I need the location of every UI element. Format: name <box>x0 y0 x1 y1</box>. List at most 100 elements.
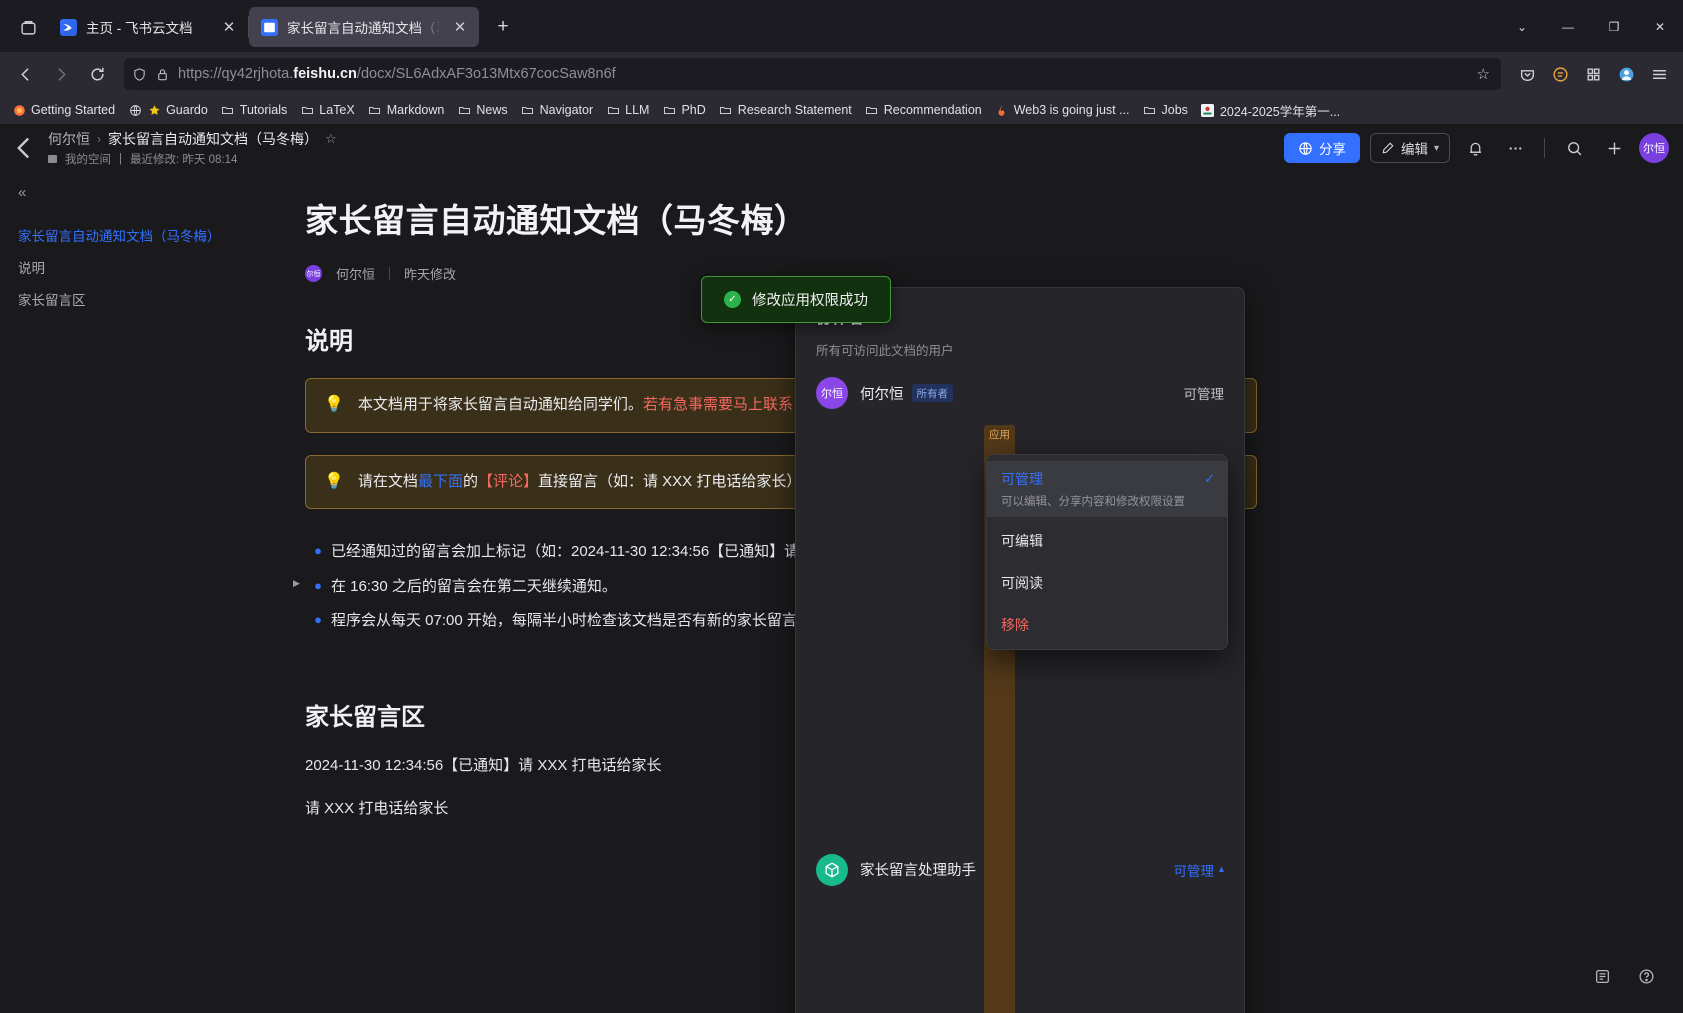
collaborator-row-owner[interactable]: 尔恒 何尔恒 所有者 可管理 <box>796 369 1244 417</box>
folder-icon <box>368 103 382 117</box>
page-title[interactable]: 家长留言自动通知文档（马冬梅） <box>305 194 1623 242</box>
save-to-pocket-icon[interactable] <box>1511 58 1543 90</box>
toast-notification: ✓ 修改应用权限成功 <box>701 276 891 323</box>
check-icon: ✓ <box>1204 471 1215 486</box>
collaborator-name: 何尔恒 <box>860 386 904 403</box>
breadcrumb-title[interactable]: 家长留言自动通知文档（马冬梅） <box>108 129 318 149</box>
firefox-icon <box>12 103 26 117</box>
collapse-outline-icon[interactable]: « <box>18 184 267 201</box>
shield-icon[interactable] <box>132 67 147 82</box>
bookmark-item[interactable]: News <box>451 100 513 120</box>
folder-icon <box>606 103 620 117</box>
favorite-star-icon[interactable]: ☆ <box>325 131 337 147</box>
bookmark-item[interactable]: Research Statement <box>713 100 858 120</box>
tab-home[interactable]: 主页 - 飞书云文档 ✕ <box>48 7 248 47</box>
last-modified-label: 最近修改: 昨天 08:14 <box>130 154 238 166</box>
outline-item-message-area[interactable]: 家长留言区 <box>18 283 267 315</box>
close-window-button[interactable]: ✕ <box>1637 7 1683 47</box>
bookmark-item[interactable]: Web3 is going just ... <box>989 100 1136 120</box>
author-name: 何尔恒 <box>336 267 376 282</box>
permission-label: 可管理 <box>1183 387 1225 402</box>
bookmark-item[interactable]: PhD <box>656 100 711 120</box>
notifications-bell-icon[interactable] <box>1460 133 1490 163</box>
bookmark-item[interactable]: Navigator <box>515 100 600 120</box>
app-menu-icon[interactable] <box>1643 58 1675 90</box>
bullet-dot-icon: ● <box>314 543 322 558</box>
reload-icon[interactable] <box>80 57 114 91</box>
bookmark-item[interactable]: Markdown <box>362 100 451 120</box>
help-icon[interactable] <box>1631 961 1661 991</box>
star-icon <box>147 103 161 117</box>
tab-title: 主页 - 飞书云文档 <box>86 21 193 36</box>
folder-icon <box>300 103 314 117</box>
edit-mode-button[interactable]: 编辑 ▾ <box>1369 133 1450 163</box>
permission-option-read[interactable]: 可阅读 <box>987 565 1227 601</box>
url-text: https://qy42rjhota.feishu.cn/docx/SL6Adx… <box>178 66 1469 82</box>
add-icon[interactable] <box>1599 133 1629 163</box>
minimize-button[interactable]: — <box>1545 7 1591 47</box>
chevron-down-icon[interactable]: ▾ <box>1434 143 1439 154</box>
outline-item-title[interactable]: 家长留言自动通知文档（马冬梅） <box>18 219 267 251</box>
address-bar[interactable]: https://qy42rjhota.feishu.cn/docx/SL6Adx… <box>124 58 1501 90</box>
bookmark-label: Recommendation <box>883 103 982 117</box>
maximize-button[interactable]: ❐ <box>1591 7 1637 47</box>
outline-item-shuoming[interactable]: 说明 <box>18 251 267 283</box>
globe-icon <box>128 103 142 117</box>
permission-dropdown-trigger[interactable]: 可管理 ▴ <box>1173 860 1224 880</box>
bookmark-item[interactable]: Getting Started <box>6 100 121 120</box>
breadcrumb-owner[interactable]: 何尔恒 <box>48 129 90 149</box>
bookmark-item[interactable]: Guardo <box>122 100 214 120</box>
breadcrumb: 何尔恒 › 家长留言自动通知文档（马冬梅） ☆ 我的空间 | 最近修改: 昨天 … <box>48 129 337 167</box>
close-icon[interactable]: ✕ <box>219 17 239 37</box>
extensions-icon[interactable] <box>1577 58 1609 90</box>
url-domain: feishu.cn <box>293 66 357 82</box>
space-label[interactable]: 我的空间 <box>65 151 111 167</box>
callout-2-p1: 请在文档 <box>357 472 418 490</box>
forward-icon[interactable] <box>44 57 78 91</box>
callout-2-link[interactable]: 最下面 <box>418 473 463 490</box>
bookmark-label: Markdown <box>386 103 445 117</box>
list-item-text: 在 16:30 之后的留言会在第二天继续通知。 <box>331 577 617 595</box>
close-icon[interactable]: ✕ <box>450 17 470 37</box>
lock-icon[interactable] <box>155 67 170 82</box>
option-description: 可以编辑、分享内容和修改权限设置 <box>1001 496 1185 508</box>
bookmark-item[interactable]: LaTeX <box>294 100 360 120</box>
share-button[interactable]: 分享 <box>1283 133 1360 163</box>
more-options-icon[interactable] <box>1500 133 1530 163</box>
tab-list-chevron-icon[interactable]: ⌄ <box>1499 7 1545 47</box>
bookmark-item[interactable]: 2024-2025学年第一... <box>1195 98 1346 123</box>
bookmark-label: LLM <box>625 103 650 117</box>
collaborators-panel: 协作者 所有可访问此文档的用户 尔恒 何尔恒 所有者 可管理 家长留言处理助手 … <box>795 287 1245 1013</box>
search-icon[interactable] <box>1559 133 1589 163</box>
bookmark-item[interactable]: LLM <box>600 100 655 120</box>
back-icon[interactable] <box>8 57 42 91</box>
bookmark-label: News <box>476 103 508 117</box>
bookmark-item[interactable]: Jobs <box>1137 100 1194 120</box>
doc-assistant-icon[interactable] <box>1587 961 1617 991</box>
tab-strip: 主页 - 飞书云文档 ✕ 家长留言自动通知文档（马冬梅 ✕ + ⌄ — ❐ ✕ <box>0 0 1683 52</box>
permission-option-remove[interactable]: 移除 <box>987 607 1227 643</box>
permission-option-edit[interactable]: 可编辑 <box>987 523 1227 559</box>
folder-icon <box>521 103 535 117</box>
fold-triangle-icon[interactable]: ▶ <box>293 578 300 589</box>
bookmark-item[interactable]: Recommendation <box>859 100 988 120</box>
check-circle-icon: ✓ <box>724 291 741 308</box>
bookmark-label: 2024-2025学年第一... <box>1219 104 1341 119</box>
permission-option-manage[interactable]: 可管理 可以编辑、分享内容和修改权限设置 ✓ <box>987 461 1227 517</box>
account-icon[interactable] <box>1544 58 1576 90</box>
bookmark-label: Web3 is going just ... <box>1013 103 1130 117</box>
bookmark-star-icon[interactable]: ☆ <box>1477 65 1493 83</box>
new-tab-button[interactable]: + <box>487 11 519 43</box>
tab-document[interactable]: 家长留言自动通知文档（马冬梅 ✕ <box>249 7 479 47</box>
url-prefix: https://qy42rjhota. <box>178 66 294 82</box>
cube-icon <box>816 853 848 886</box>
user-avatar[interactable]: 尔恒 <box>1639 133 1669 163</box>
bookmark-label: Navigator <box>539 103 594 117</box>
bookmark-item[interactable]: Tutorials <box>215 100 293 120</box>
back-arrow-icon[interactable] <box>10 134 38 162</box>
list-all-tabs-button[interactable] <box>8 7 48 47</box>
panel-subtitle: 所有可访问此文档的用户 <box>816 344 954 358</box>
bookmark-label: LaTeX <box>319 103 355 117</box>
floating-action-buttons <box>1587 961 1661 991</box>
profile-avatar-icon[interactable] <box>1610 58 1642 90</box>
